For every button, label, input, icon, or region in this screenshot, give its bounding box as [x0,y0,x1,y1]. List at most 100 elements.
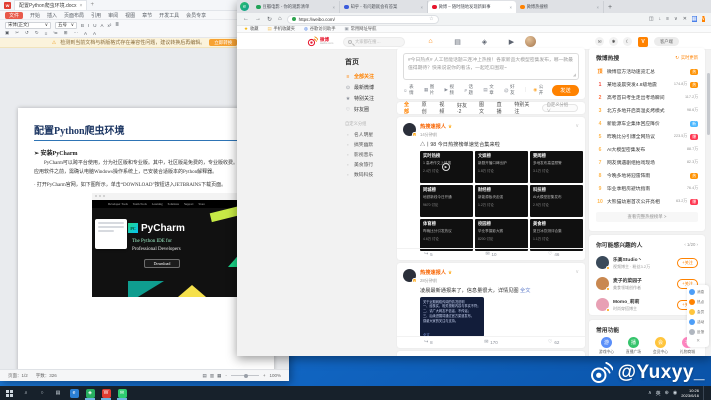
taskbar-app-button[interactable]: ◈ [82,386,98,400]
post-action-button[interactable]: ✉ 10 [460,249,523,260]
toolbar-icon[interactable]: A [93,31,96,36]
format-icon[interactable]: U [93,23,96,28]
toolbar-icon[interactable]: ≡ [45,31,48,36]
tray-icon[interactable]: ⊕ [665,390,669,396]
toolbar-icon[interactable]: ≔ [53,30,58,36]
post-image[interactable]: 科技榜 AI大模型密集发布 2.9万 讨论 [530,185,583,217]
document-page[interactable]: 配置Python爬虫环境 ➢ 安装PyCharm PyCharm可以跨平台使用，… [18,108,274,369]
feed-tab[interactable]: 全部 [404,101,414,115]
client-pill-button[interactable]: 客户端 [654,37,679,46]
hot-search-item[interactable]: 2 高考首日考生走出考场瞬间 117.2万 [589,91,705,104]
toolbar-icon[interactable]: ↻ [35,30,39,36]
privacy-select[interactable]: ◉ 公开 [533,84,547,96]
post-username[interactable]: 热搜速报人 [420,123,446,130]
doc-menu-item[interactable]: 页面布局 [64,12,84,19]
view-mode-icon[interactable]: ▦ [217,373,221,379]
sidebar-group-item[interactable]: ▪ 影视音乐 [345,149,397,159]
zoom-slider[interactable] [231,375,259,376]
resize-handle-icon[interactable]: ◢ [573,72,576,78]
convert-button[interactable]: 立即转换 [209,39,237,46]
browser-tab[interactable]: 知乎 - 有问题就会有答案 × [340,1,428,13]
post-action-button[interactable]: ♡ 62 [522,337,585,348]
doc-tab[interactable]: 配置Python爬虫环境.docx × [14,0,87,10]
doc-new-tab-button[interactable]: + [90,2,94,8]
send-button[interactable]: 发送 [552,85,579,96]
browser-logo-icon[interactable]: e [240,2,249,11]
feed-tab[interactable]: 直播 [497,101,507,115]
post-image[interactable]: 同城榜 地铁新线今日开通 9670 讨论 [420,185,473,217]
hot-search-item[interactable]: 4 新能源车企集体回应降价 新 [589,117,705,130]
quick-item[interactable]: 游 游戏中心 [599,337,614,355]
sidebar-group-item[interactable]: ▪ 名人明星 [345,129,397,139]
interest-avatar[interactable] [596,298,609,311]
browser-action-icon[interactable]: ▦ [692,16,697,22]
show-desktop-button[interactable] [703,386,706,400]
post-image[interactable]: 实时热榜 1 高考作文上热搜 2.4万 讨论 ▶ [420,151,473,183]
taskbar-app-button[interactable]: ▤ [50,386,66,400]
format-icon[interactable]: x² [108,23,112,28]
font-name-select[interactable]: 宋体(正文)∨ [5,22,51,29]
hot-search-item[interactable]: 顶 微博官方活动速览汇总 热 [589,65,705,78]
browser-action-icon[interactable]: ◫ [649,16,654,22]
hot-search-item[interactable]: 8 今晚多地将迎雷阵雨 热 [589,169,705,182]
interest-avatar[interactable] [596,256,609,269]
header-circle-icon[interactable]: ✱ [609,37,618,46]
new-tab-button[interactable]: + [608,4,612,11]
doc-menu-item[interactable]: 引用 [91,12,101,19]
nav-button-icon[interactable]: ⌂ [278,16,282,22]
doc-menu-item[interactable]: 会员专享 [186,12,206,19]
taskbar-app-button[interactable]: ✉ [114,386,130,400]
post-avatar[interactable]: V [403,123,416,136]
hot-search-item[interactable]: 7 网友偶遇剧组拍戏现场 82.3万 [589,156,705,169]
address-bar[interactable]: https://weibo.com/ ☆ [287,15,439,24]
sidebar-group-item[interactable]: ▪ 搞笑幽默 [345,139,397,149]
feed-tab[interactable]: 视频 [439,101,449,115]
composer-tool[interactable]: # 话题 [464,84,476,96]
post-image[interactable]: 要闻榜 多地发布高温预警 3.1万 讨论 [530,151,583,183]
header-circle-icon[interactable]: ☾ [623,37,632,46]
weibo-search-input[interactable]: 大家都在搜… [343,37,405,47]
taskbar-app-button[interactable]: ⌕ [18,386,34,400]
bookmark-item[interactable]: ▤ 手机收藏夹 [267,26,295,32]
tray-icon[interactable]: 英 [656,390,661,397]
tab-close-icon[interactable]: × [420,5,423,10]
post-action-button[interactable]: ↪ 8 [397,337,460,348]
full-text-link[interactable]: 全文 [520,288,530,294]
hot-search-item[interactable]: 3 北方多地开启高温炙烤模式 98.6万 [589,104,705,117]
browser-action-icon[interactable]: V [702,16,705,22]
post-action-button[interactable]: ✉ 170 [460,337,523,348]
follow-button[interactable]: +关注 [677,258,698,268]
post-avatar[interactable]: V [403,269,416,282]
toolbar-icon[interactable]: A [84,31,87,36]
doc-menu-item[interactable]: 插入 [47,12,57,19]
bookmark-item[interactable]: ★ 收藏 [244,26,258,32]
browser-tab[interactable]: 微博 – 随时随地发现新鲜事 × [428,1,516,13]
post-image[interactable]: 校园榜 毕业季摄影大赛 8200 讨论 [475,219,528,251]
toolbar-icon[interactable]: ⊞ [64,30,68,36]
feed-tab[interactable]: 特别关注 [514,101,533,115]
post-action-button[interactable]: ↪ 5 [397,249,460,260]
doc-menu-item[interactable]: 开始 [30,12,40,19]
format-icon[interactable]: ≣ [115,22,119,28]
floating-item[interactable]: 热点 [687,297,709,307]
bookmark-item[interactable]: ▣ 常用网址导航 [345,26,377,32]
doc-menu-item[interactable]: 章节 [142,12,152,19]
vip-icon[interactable]: V [638,37,648,47]
quick-item[interactable]: 播 直播广场 [626,337,641,355]
floating-item[interactable]: 反馈 [687,327,709,337]
font-size-select[interactable]: 五号∨ [55,22,77,29]
browser-action-icon[interactable]: ∨ [674,16,678,22]
post-action-button[interactable]: ♡ 46 [522,249,585,260]
page-scrollbar[interactable] [707,73,710,135]
post-more-icon[interactable]: ∨ [575,123,579,129]
view-mode-icon[interactable]: ▥ [210,373,214,379]
browser-tab[interactable]: 豆瓣电影 - 你的观影清单 × [252,1,340,13]
sidebar-group-item[interactable]: ▪ 数码科技 [345,169,397,179]
taskbar-clock[interactable]: 10:26 2023/6/16 [681,388,699,398]
zoom-out-button[interactable]: - [225,373,227,378]
tab-close-icon[interactable]: × [332,5,335,10]
nav-button-icon[interactable]: ← [243,16,249,22]
sidebar-group-item[interactable]: ▪ 美食旅行 [345,159,397,169]
hot-search-item[interactable]: 5 昨晚比分引爆全网热议 223.5万 爆 [589,130,705,143]
interest-username[interactable]: 麦子的菜园子 [613,277,673,284]
